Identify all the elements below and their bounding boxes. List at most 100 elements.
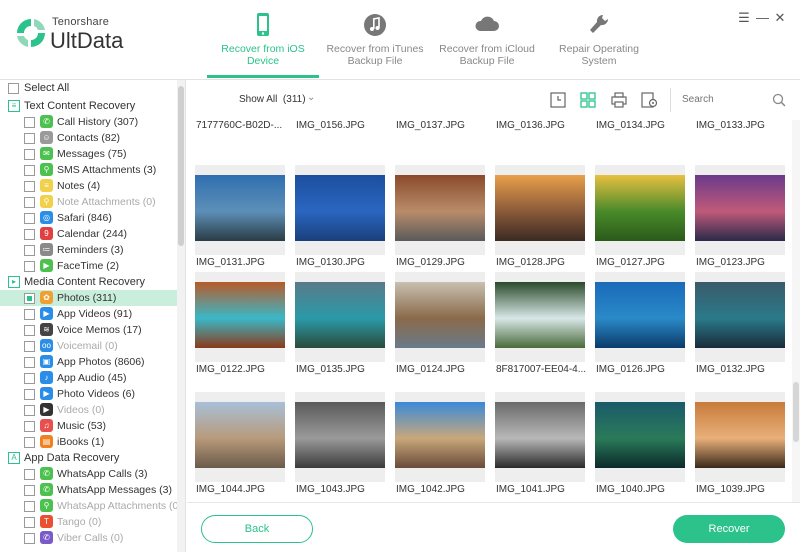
- sidebar-scrollbar[interactable]: [177, 80, 185, 552]
- photo-tile[interactable]: IMG_0134.JPG: [595, 120, 685, 132]
- sidebar-item-reminders[interactable]: ≔ Reminders (3): [0, 242, 178, 258]
- recover-button[interactable]: Recover: [673, 515, 785, 543]
- sidebar-item-facetime[interactable]: ▶ FaceTime (2): [0, 258, 178, 274]
- item-checkbox[interactable]: [24, 405, 35, 416]
- sidebar-item-app-audio[interactable]: ♪ App Audio (45): [0, 370, 178, 386]
- photo-tile[interactable]: IMG_0128.JPG: [495, 165, 585, 269]
- sidebar-item-whatsapp-calls[interactable]: ✆ WhatsApp Calls (3): [0, 466, 178, 482]
- search-input[interactable]: [682, 94, 762, 105]
- sidebar-item-messages[interactable]: ✉ Messages (75): [0, 146, 178, 162]
- sidebar-group-app-data-recovery[interactable]: A App Data Recovery: [0, 450, 178, 466]
- sidebar-item-voice-memos[interactable]: ≋ Voice Memos (17): [0, 322, 178, 338]
- sidebar-group-media-content-recovery[interactable]: ▸ Media Content Recovery: [0, 274, 178, 290]
- close-icon[interactable]: ✕: [774, 11, 786, 24]
- clock-view-icon[interactable]: [549, 91, 567, 109]
- photo-tile[interactable]: IMG_1042.JPG: [395, 392, 485, 496]
- photo-tile[interactable]: IMG_0122.JPG: [195, 272, 285, 376]
- item-checkbox[interactable]: [24, 485, 35, 496]
- sidebar-scrollbar-thumb[interactable]: [178, 86, 184, 246]
- sidebar-item-videos[interactable]: ▶ Videos (0): [0, 402, 178, 418]
- item-checkbox[interactable]: [24, 373, 35, 384]
- item-checkbox[interactable]: [24, 165, 35, 176]
- grid-scrollbar[interactable]: [792, 120, 800, 502]
- photo-tile[interactable]: 8F817007-EE04-4...: [495, 272, 586, 376]
- sidebar-item-app-photos[interactable]: ▣ App Photos (8606): [0, 354, 178, 370]
- photo-tile[interactable]: IMG_1043.JPG: [295, 392, 385, 496]
- photo-tile[interactable]: IMG_0136.JPG: [495, 120, 585, 132]
- photo-tile[interactable]: IMG_0123.JPG: [695, 165, 785, 269]
- sidebar-item-voicemail[interactable]: oo Voicemail (0): [0, 338, 178, 354]
- item-checkbox[interactable]: [24, 389, 35, 400]
- minimize-icon[interactable]: —: [756, 11, 769, 24]
- item-checkbox[interactable]: [24, 133, 35, 144]
- tab-repair-operating-system[interactable]: Repair Operating System: [542, 0, 656, 78]
- tab-recover-from-icloud-backup[interactable]: Recover from iCloud Backup File: [430, 0, 544, 78]
- chevron-down-icon[interactable]: ⌄: [307, 92, 315, 103]
- sidebar-item-photo-videos[interactable]: ▶ Photo Videos (6): [0, 386, 178, 402]
- photo-tile[interactable]: IMG_0132.JPG: [695, 272, 785, 376]
- sidebar-item-whatsapp-messages[interactable]: ✆ WhatsApp Messages (3): [0, 482, 178, 498]
- photo-tile[interactable]: IMG_1044.JPG: [195, 392, 285, 496]
- select-all-checkbox[interactable]: [8, 83, 19, 94]
- back-button[interactable]: Back: [201, 515, 313, 543]
- sidebar-item-sms-attachments[interactable]: ⚲ SMS Attachments (3): [0, 162, 178, 178]
- sidebar-item-note-attachments[interactable]: ⚲ Note Attachments (0): [0, 194, 178, 210]
- sidebar-item-app-videos[interactable]: ▶ App Videos (91): [0, 306, 178, 322]
- item-checkbox[interactable]: [24, 325, 35, 336]
- item-checkbox[interactable]: [24, 149, 35, 160]
- sidebar-item-tango[interactable]: T Tango (0): [0, 514, 178, 530]
- photo-tile[interactable]: IMG_0135.JPG: [295, 272, 385, 376]
- grid-scrollbar-thumb[interactable]: [793, 382, 799, 442]
- sidebar-item-contacts[interactable]: ☺ Contacts (82): [0, 130, 178, 146]
- sidebar-item-call-history[interactable]: ✆ Call History (307): [0, 114, 178, 130]
- photo-tile[interactable]: IMG_0130.JPG: [295, 165, 385, 269]
- sidebar-item-music[interactable]: ♫ Music (53): [0, 418, 178, 434]
- item-checkbox[interactable]: [24, 245, 35, 256]
- sidebar-item-photos[interactable]: ✿ Photos (311): [0, 290, 178, 306]
- sidebar-item-calendar[interactable]: 9 Calendar (244): [0, 226, 178, 242]
- photo-tile[interactable]: IMG_0127.JPG: [595, 165, 685, 269]
- search-icon[interactable]: [771, 92, 787, 108]
- item-checkbox[interactable]: [24, 229, 35, 240]
- tab-recover-from-itunes-backup[interactable]: Recover from iTunes Backup File: [318, 0, 432, 78]
- sidebar-item-safari[interactable]: ◎ Safari (846): [0, 210, 178, 226]
- group-collapse-icon[interactable]: A: [8, 452, 20, 464]
- photo-tile[interactable]: 7177760C-B02D-...: [195, 120, 285, 132]
- photo-tile[interactable]: IMG_1041.JPG: [495, 392, 585, 496]
- item-checkbox[interactable]: [24, 533, 35, 544]
- sidebar-item-notes[interactable]: ≡ Notes (4): [0, 178, 178, 194]
- photo-tile[interactable]: IMG_1040.JPG: [595, 392, 685, 496]
- photo-tile[interactable]: IMG_1039.JPG: [695, 392, 785, 496]
- sidebar-item-whatsapp-attachments[interactable]: ⚲ WhatsApp Attachments (0): [0, 498, 182, 514]
- export-settings-icon[interactable]: [640, 91, 658, 109]
- item-checkbox[interactable]: [24, 181, 35, 192]
- sidebar-group-text-content-recovery[interactable]: ≡ Text Content Recovery: [0, 98, 178, 114]
- group-collapse-icon[interactable]: ▸: [8, 276, 20, 288]
- item-checkbox[interactable]: [24, 261, 35, 272]
- item-checkbox[interactable]: [24, 213, 35, 224]
- item-checkbox[interactable]: [24, 357, 35, 368]
- photo-tile[interactable]: IMG_0133.JPG: [695, 120, 785, 132]
- item-checkbox[interactable]: [24, 501, 35, 512]
- item-checkbox[interactable]: [24, 293, 35, 304]
- sidebar-item-ibooks[interactable]: ▤ iBooks (1): [0, 434, 178, 450]
- photo-tile[interactable]: IMG_0156.JPG: [295, 120, 385, 132]
- photo-tile[interactable]: IMG_0124.JPG: [395, 272, 485, 376]
- sidebar-item-viber-calls[interactable]: ✆ Viber Calls (0): [0, 530, 178, 546]
- photo-tile[interactable]: IMG_0137.JPG: [395, 120, 485, 132]
- grid-view-icon[interactable]: [579, 91, 597, 109]
- print-icon[interactable]: [610, 91, 628, 109]
- photo-tile[interactable]: IMG_0126.JPG: [595, 272, 685, 376]
- menu-icon[interactable]: ☰: [738, 11, 750, 24]
- item-checkbox[interactable]: [24, 341, 35, 352]
- item-checkbox[interactable]: [24, 117, 35, 128]
- item-checkbox[interactable]: [24, 309, 35, 320]
- item-checkbox[interactable]: [24, 517, 35, 528]
- item-checkbox[interactable]: [24, 437, 35, 448]
- photo-tile[interactable]: IMG_0131.JPG: [195, 165, 285, 269]
- group-collapse-icon[interactable]: ≡: [8, 100, 20, 112]
- item-checkbox[interactable]: [24, 421, 35, 432]
- select-all-row[interactable]: Select All: [0, 80, 178, 96]
- item-checkbox[interactable]: [24, 469, 35, 480]
- photo-tile[interactable]: IMG_0129.JPG: [395, 165, 485, 269]
